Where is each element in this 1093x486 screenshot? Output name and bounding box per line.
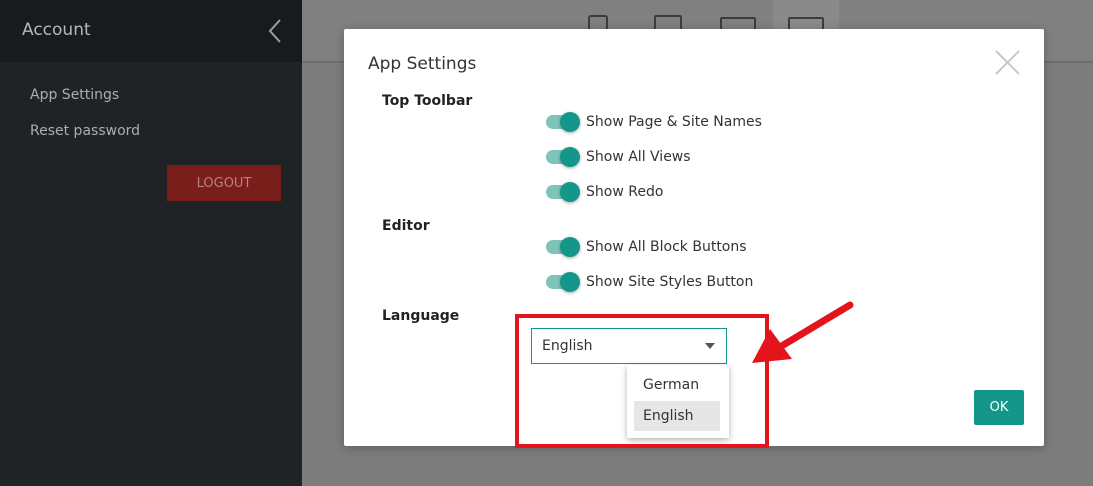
- toggle-row-show-all-block-buttons: Show All Block Buttons: [546, 235, 747, 259]
- toggle-label: Show Page & Site Names: [586, 114, 762, 130]
- toggle-show-all-block-buttons[interactable]: [546, 235, 580, 259]
- toggle-row-show-redo: Show Redo: [546, 180, 663, 204]
- toggle-label: Show Redo: [586, 184, 664, 200]
- toggle-label: Show All Block Buttons: [586, 239, 747, 255]
- dialog-title: App Settings: [368, 54, 477, 74]
- toggle-show-page-site-names[interactable]: [546, 110, 580, 134]
- section-label-language: Language: [382, 308, 460, 324]
- section-label-top-toolbar: Top Toolbar: [382, 93, 473, 109]
- toggle-show-all-views[interactable]: [546, 145, 580, 169]
- toggle-label: Show All Views: [586, 149, 691, 165]
- annotation-highlight-box: [515, 314, 769, 448]
- ok-button[interactable]: OK: [974, 390, 1024, 425]
- toggle-row-show-all-views: Show All Views: [546, 145, 691, 169]
- toggle-row-show-page-site-names: Show Page & Site Names: [546, 110, 762, 134]
- sidebar-menu: App Settings Reset password: [30, 86, 140, 158]
- toggle-row-show-site-styles-button: Show Site Styles Button: [546, 270, 753, 294]
- toggle-show-site-styles-button[interactable]: [546, 270, 580, 294]
- section-label-editor: Editor: [382, 218, 430, 234]
- chevron-left-icon[interactable]: [266, 18, 284, 44]
- sidebar-header: Account: [0, 0, 302, 62]
- close-icon[interactable]: [994, 49, 1021, 76]
- toggle-label: Show Site Styles Button: [586, 274, 754, 290]
- annotation-arrow-icon: [752, 301, 854, 363]
- sidebar-title: Account: [22, 20, 91, 40]
- sidebar-item-app-settings[interactable]: App Settings: [30, 86, 140, 122]
- toggle-show-redo[interactable]: [546, 180, 580, 204]
- logout-button[interactable]: LOGOUT: [167, 165, 281, 201]
- sidebar-item-reset-password[interactable]: Reset password: [30, 122, 140, 158]
- account-sidebar: Account App Settings Reset password LOGO…: [0, 0, 302, 486]
